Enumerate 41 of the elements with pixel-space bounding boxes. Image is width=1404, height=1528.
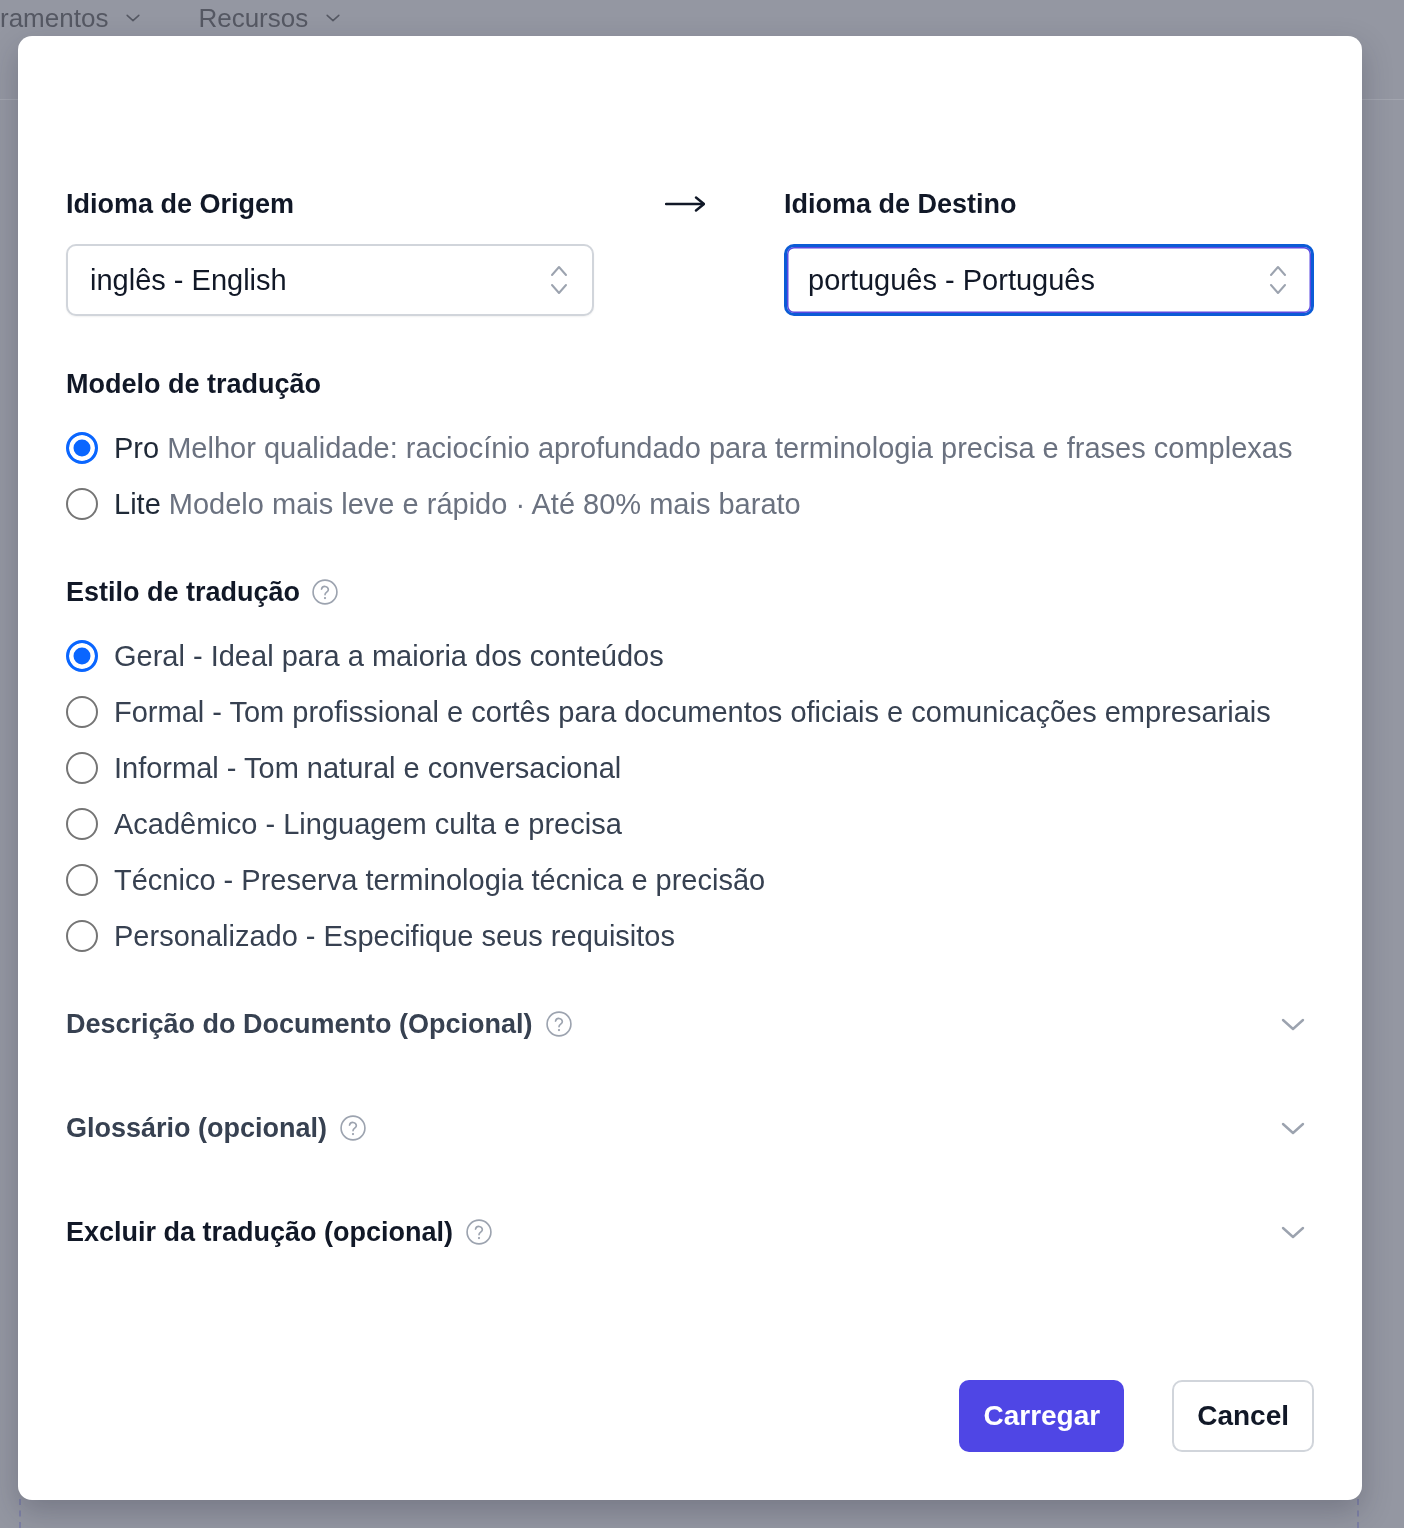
radio-label: Geral - Ideal para a maioria dos conteúdos xyxy=(114,639,664,674)
chevron-down-icon[interactable] xyxy=(1281,1017,1305,1031)
radio-button[interactable] xyxy=(66,920,98,952)
upload-button[interactable]: Carregar xyxy=(959,1380,1125,1452)
section-heading: Estilo de tradução xyxy=(66,576,301,608)
section-title[interactable]: Excluir da tradução (opcional) xyxy=(66,1214,454,1250)
arrow-right-icon xyxy=(665,196,705,212)
chevron-up-down-icon xyxy=(1269,265,1287,295)
cancel-button[interactable]: Cancel xyxy=(1172,1380,1314,1452)
model-name: Lite xyxy=(114,488,161,520)
radio-label: Informal - Tom natural e conversacional xyxy=(114,751,622,786)
radio-label: Técnico - Preserva terminologia técnica e precisão xyxy=(114,863,766,898)
section-heading: Modelo de tradução xyxy=(66,368,322,400)
help-icon[interactable] xyxy=(312,579,339,605)
section-title[interactable]: Descrição do Documento (Opcional) xyxy=(66,1006,533,1042)
radio-button[interactable] xyxy=(66,432,98,464)
help-icon[interactable] xyxy=(340,1115,367,1141)
radio-button[interactable] xyxy=(66,808,98,840)
language-select[interactable]: inglês - English xyxy=(66,244,594,316)
radio-button[interactable] xyxy=(66,696,98,728)
model-description: Modelo mais leve e rápido · Até 80% mais barato xyxy=(168,488,801,520)
radio-button[interactable] xyxy=(66,640,98,672)
radio-label: Personalizado - Especifique seus requisitos xyxy=(114,919,675,954)
model-description: Melhor qualidade: raciocínio aprofundado para terminologia precisa e frases complexas xyxy=(167,432,1293,464)
radio-label: Acadêmico - Linguagem culta e precisa xyxy=(114,807,622,842)
radio-button[interactable] xyxy=(66,488,98,520)
chevron-down-icon xyxy=(126,14,141,22)
model-name: Pro xyxy=(114,432,160,464)
section-title[interactable]: Glossário (opcional) xyxy=(66,1110,328,1146)
chevron-down-icon[interactable] xyxy=(1281,1225,1305,1239)
radio-button[interactable] xyxy=(66,864,98,896)
chevron-up-down-icon xyxy=(550,265,568,295)
chevron-down-icon xyxy=(326,14,341,22)
field-label: Idioma de Origem xyxy=(66,188,296,220)
help-icon[interactable] xyxy=(545,1011,572,1037)
radio-button[interactable] xyxy=(66,752,98,784)
chevron-down-icon[interactable] xyxy=(1281,1121,1305,1135)
field-label: Idioma de Destino xyxy=(784,188,1018,220)
language-select[interactable]: português - Português xyxy=(784,244,1314,316)
help-icon[interactable] xyxy=(466,1219,493,1245)
radio-label: Formal - Tom profissional e cortês para documentos oficiais e comunicações empresariais xyxy=(114,695,1271,730)
